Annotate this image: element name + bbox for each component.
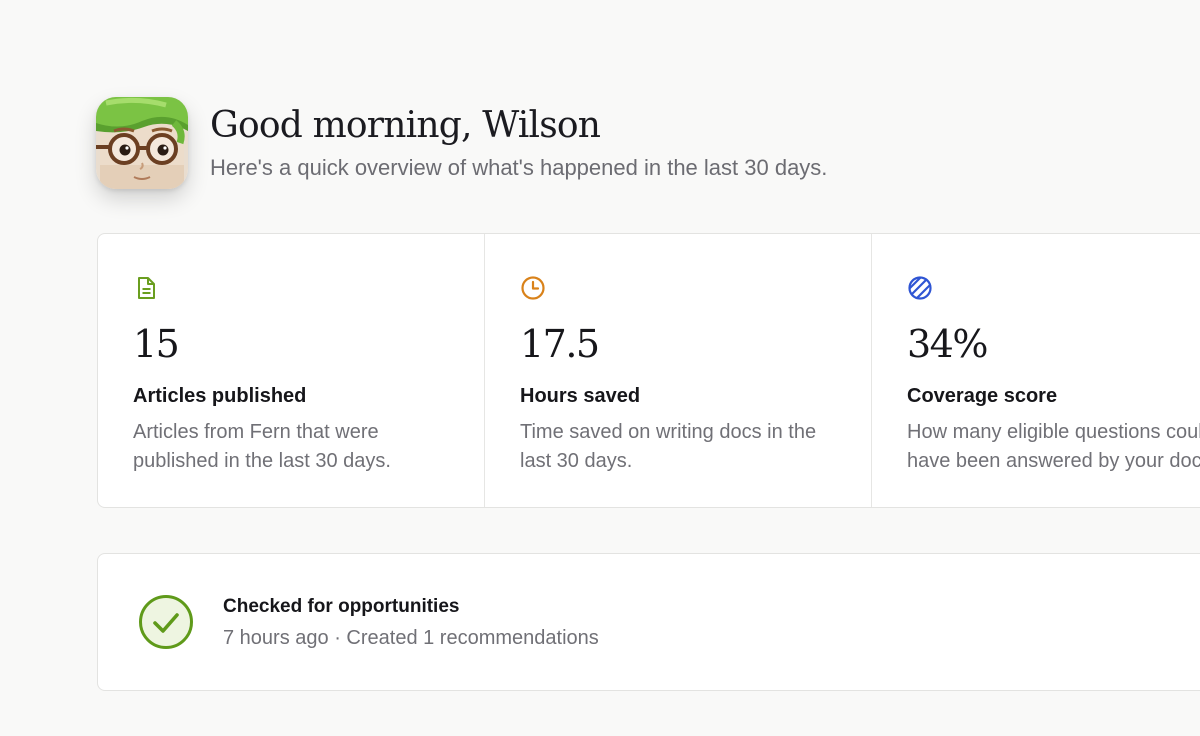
- stat-description-line: have been answered by your docs.: [907, 450, 1200, 472]
- stat-value: 15: [133, 322, 180, 366]
- avatar-illustration: [96, 97, 188, 189]
- stat-value: 34%: [907, 322, 988, 366]
- document-icon: [138, 277, 155, 299]
- page-subtitle: Here's a quick overview of what's happen…: [210, 155, 828, 180]
- dashboard-page: Good morning, Wilson Here's a quick over…: [0, 0, 1200, 736]
- stat-description: Articles from Fern that were published i…: [133, 418, 391, 476]
- stat-description: How many eligible questions could have b…: [907, 418, 1200, 476]
- clock-icon: [521, 276, 545, 300]
- activity-title: Checked for opportunities: [223, 596, 460, 617]
- stat-articles-published: 15 Articles published Articles from Fern…: [98, 234, 485, 507]
- page-title: Good morning, Wilson: [210, 105, 601, 146]
- activity-card[interactable]: Checked for opportunities 7 hours ago · …: [97, 553, 1200, 691]
- stat-description-line: How many eligible questions could: [907, 421, 1200, 443]
- avatar: [96, 97, 188, 189]
- stat-hours-saved: 17.5 Hours saved Time saved on writing d…: [485, 234, 872, 507]
- activity-meta: 7 hours ago · Created 1 recommendations: [223, 627, 599, 649]
- check-circle-icon: [139, 595, 193, 649]
- stat-description-line: published in the last 30 days.: [133, 450, 391, 472]
- stat-value: 17.5: [520, 322, 600, 366]
- coverage-icon: [908, 276, 932, 300]
- stat-title: Coverage score: [907, 385, 1058, 407]
- stat-description-line: Articles from Fern that were: [133, 421, 379, 443]
- stat-title: Articles published: [133, 385, 307, 407]
- stat-description-line: last 30 days.: [520, 450, 633, 472]
- stat-description: Time saved on writing docs in the last 3…: [520, 418, 816, 476]
- stat-description-line: Time saved on writing docs in the: [520, 421, 817, 443]
- stat-title: Hours saved: [520, 385, 641, 407]
- stats-card: 15 Articles published Articles from Fern…: [97, 233, 1200, 508]
- stat-coverage-score: 34% Coverage score How many eligible que…: [872, 234, 1200, 507]
